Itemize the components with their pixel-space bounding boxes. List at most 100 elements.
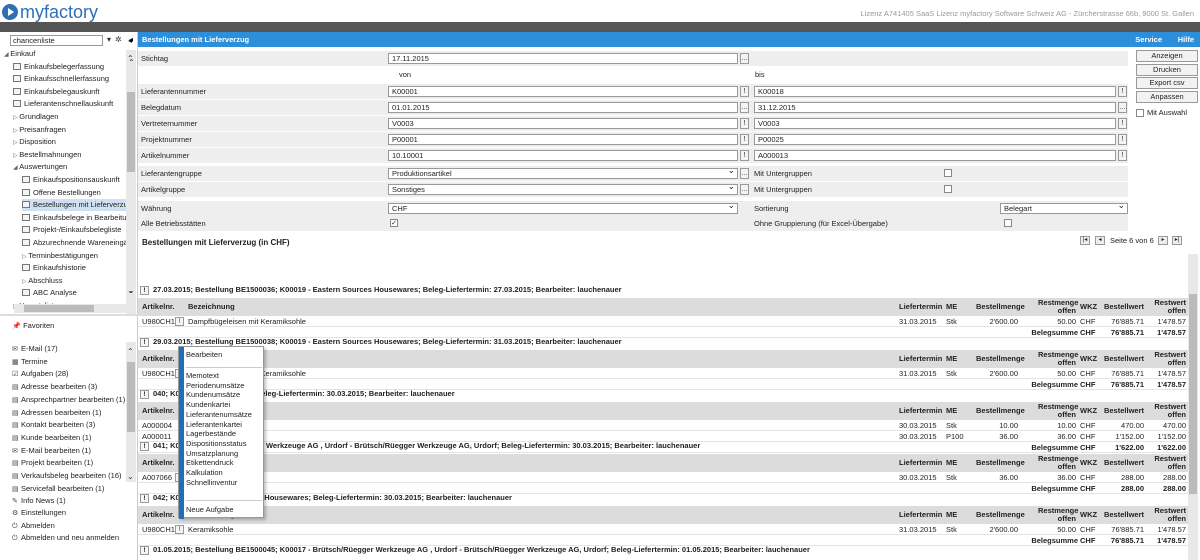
range-to-input[interactable]: K00018 [754, 86, 1116, 97]
column-header[interactable]: Artikelnr. [142, 302, 176, 311]
column-header[interactable]: Artikelnr. [142, 354, 176, 363]
sortierung-select[interactable]: Belegart [1000, 201, 1128, 214]
table-row[interactable]: U980CH1Dampfbügeleisen mit Keramiksohle3… [138, 316, 1188, 327]
mit-auswahl-checkbox[interactable] [1136, 109, 1144, 117]
tree-item[interactable]: Abzurechnende Wareneingänge [22, 237, 126, 249]
table-row[interactable]: A007066 30.03.2015 Stk 36.00 36.00 CHF 288.00 2… [138, 472, 1188, 483]
column-header[interactable]: Restwert offen [1148, 351, 1186, 367]
column-header[interactable]: Liefertermin [899, 458, 943, 467]
column-header[interactable]: WKZ [1080, 302, 1098, 311]
tree-item[interactable]: ABC Analyse [22, 287, 126, 299]
context-menu-item[interactable]: Umsatzplanung [186, 449, 238, 459]
column-header[interactable]: Bestellwert [1100, 354, 1144, 363]
range-to-input[interactable]: 31.12.2015 [754, 102, 1116, 113]
alle-betriebsstaetten-checkbox[interactable]: ✓ [390, 219, 398, 227]
tree-item[interactable]: ◢ Auswertungen [13, 161, 126, 173]
table-row[interactable]: U980CH1 Keramiksohle 31.03.2015 Stk 2'600.00… [138, 524, 1188, 535]
range-from-input[interactable]: 10.10001 [388, 150, 738, 161]
context-menu-bearbeiten[interactable]: Bearbeiten [186, 350, 222, 360]
column-header[interactable]: Restmenge offen [1038, 299, 1078, 315]
tree-hscrollbar[interactable] [14, 304, 126, 313]
column-header[interactable]: Bestellmenge [976, 302, 1025, 311]
tree-item[interactable]: ▷ Bestellmahnungen [13, 149, 126, 161]
panel-splitter[interactable] [0, 314, 138, 316]
column-header[interactable]: Bestellwert [1100, 406, 1144, 415]
inbox-scroll-down-icon[interactable]: ⌄ [127, 472, 134, 481]
tree-item[interactable]: ▷ Grundlagen [13, 111, 126, 123]
range-from-input[interactable]: 01.01.2015 [388, 102, 738, 113]
group-expand-button[interactable]: ! [140, 494, 149, 503]
group-expand-button[interactable]: ! [140, 442, 149, 451]
context-menu-item[interactable]: Lieferantenkartei [186, 420, 242, 430]
inbox-item[interactable]: ✎ Info News (1) [12, 495, 66, 507]
stichtag-input[interactable]: 17.11.2015 [388, 53, 738, 64]
column-header[interactable]: ME [946, 458, 966, 467]
inbox-item[interactable]: ▦ Termine [12, 356, 48, 368]
range-to-button[interactable]: ! [1118, 134, 1127, 145]
column-header[interactable]: WKZ [1080, 354, 1098, 363]
artikelgruppe-select[interactable]: Sonstiges [388, 182, 738, 195]
column-header[interactable]: Liefertermin [899, 510, 943, 519]
range-to-input[interactable]: A000013 [754, 150, 1116, 161]
tree-item[interactable]: Projekt-/Einkaufsbelegliste [22, 224, 126, 236]
column-header[interactable]: Bestellmenge [976, 406, 1025, 415]
inbox-item[interactable]: ▤ Verkaufsbeleg bearbeiten (16) [12, 470, 122, 482]
group-expand-button[interactable]: ! [140, 390, 149, 399]
export-csv-button[interactable]: Export csv [1136, 77, 1198, 89]
inbox-item[interactable]: ▤ Projekt bearbeiten (1) [12, 457, 93, 469]
context-menu-item[interactable]: Kundenumsätze [186, 390, 240, 400]
context-menu-item[interactable]: Periodenumsätze [186, 381, 244, 391]
column-header[interactable]: WKZ [1080, 510, 1098, 519]
stichtag-picker-button[interactable]: … [740, 53, 749, 64]
column-header[interactable]: Liefertermin [899, 354, 943, 363]
context-menu-item[interactable]: Schnellinventur [186, 478, 237, 488]
range-from-button[interactable]: ! [740, 86, 749, 97]
search-input[interactable]: chancenliste [10, 35, 103, 46]
tree-item[interactable]: Einkaufsbelegauskunft [13, 86, 126, 98]
column-header[interactable]: WKZ [1080, 406, 1098, 415]
relogin-item[interactable]: ⏻ Abmelden und neu anmelden [12, 532, 119, 544]
service-link[interactable]: Service [1135, 32, 1162, 47]
column-header[interactable]: ME [946, 406, 966, 415]
column-header[interactable]: ME [946, 354, 966, 363]
column-header[interactable]: Bestellwert [1100, 510, 1144, 519]
tree-scrollbar[interactable] [126, 50, 136, 314]
last-page-button[interactable]: ▸| [1172, 236, 1182, 245]
range-to-button[interactable]: ! [1118, 86, 1127, 97]
collapse-sidebar-icon[interactable]: ◂ [128, 36, 132, 45]
waehrung-select[interactable]: CHF [388, 201, 738, 214]
column-header[interactable]: Liefertermin [899, 302, 943, 311]
column-header[interactable]: Restwert offen [1148, 507, 1186, 523]
tree-hscrollbar-thumb[interactable] [24, 305, 94, 312]
row-edit-button[interactable]: ! [175, 525, 184, 534]
tree-item[interactable]: ▷ Abschluss [22, 275, 126, 287]
tree-item[interactable]: ▷ Terminbestätigungen [22, 250, 126, 262]
column-header[interactable]: Bestellwert [1100, 458, 1144, 467]
table-row[interactable]: U980CH1Dampfbügeleisen mit Keramiksohle3… [138, 368, 1188, 379]
tree-item[interactable]: ▷ Preisanfragen [13, 124, 126, 136]
tree-item[interactable]: ▷ Disposition [13, 136, 126, 148]
range-from-input[interactable]: K00001 [388, 86, 738, 97]
column-header[interactable]: Bezeichnung [188, 302, 388, 311]
column-header[interactable]: ME [946, 302, 966, 311]
anpassen-button[interactable]: Anpassen [1136, 91, 1198, 103]
ohne-gruppierung-checkbox[interactable] [1004, 219, 1012, 227]
range-from-button[interactable]: ! [740, 134, 749, 145]
column-header[interactable]: Restwert offen [1148, 455, 1186, 471]
report-scrollbar[interactable] [1188, 254, 1198, 560]
inbox-item[interactable]: ✉ E-Mail bearbeiten (1) [12, 445, 91, 457]
settings-icon[interactable]: ✲ [115, 35, 122, 44]
inbox-item[interactable]: ▤ Ansprechpartner bearbeiten (1) [12, 394, 125, 406]
range-from-input[interactable]: V0003 [388, 118, 738, 129]
range-from-input[interactable]: P00001 [388, 134, 738, 145]
inbox-item[interactable]: ☑ Aufgaben (28) [12, 368, 69, 380]
tree-item[interactable]: Offene Bestellungen [22, 187, 126, 199]
inbox-scrollbar[interactable] [126, 342, 136, 482]
tree-scrollbar-thumb[interactable] [127, 92, 135, 172]
form-scroll-down-icon[interactable]: ⌄ [128, 286, 135, 295]
column-header[interactable]: ME [946, 510, 966, 519]
prev-page-button[interactable]: ◂ [1095, 236, 1105, 245]
tree-item[interactable]: Einkaufshistorie [22, 262, 126, 274]
tree-item[interactable]: Einkaufsbelege in Bearbeitung [22, 212, 126, 224]
inbox-scroll-up-icon[interactable]: ⌃ [127, 347, 134, 356]
